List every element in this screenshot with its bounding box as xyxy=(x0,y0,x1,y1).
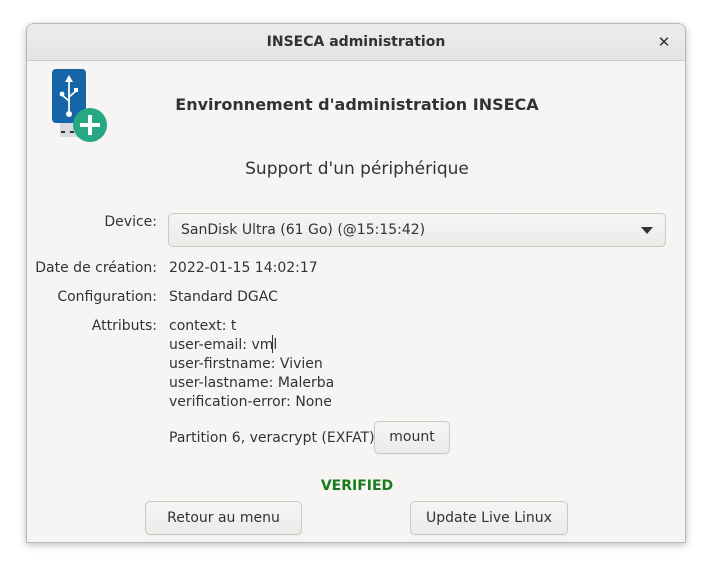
device-select[interactable]: SanDisk Ultra (61 Go) (@15:15:42) xyxy=(168,213,666,247)
attribute-line: user-lastname: Malerba xyxy=(169,375,335,391)
creation-date-value: 2022-01-15 14:02:17 xyxy=(169,260,318,276)
titlebar: INSECA administration ✕ xyxy=(27,24,685,61)
close-icon[interactable]: ✕ xyxy=(655,33,673,51)
update-live-linux-button[interactable]: Update Live Linux xyxy=(410,501,568,535)
window-title: INSECA administration xyxy=(266,34,446,50)
chevron-down-icon xyxy=(641,227,653,234)
page-title: Environnement d'administration INSECA xyxy=(175,95,539,114)
mount-button[interactable]: mount xyxy=(374,421,450,454)
attributes-label: Attributs: xyxy=(91,318,157,334)
usb-drive-add-icon xyxy=(52,69,107,142)
partition-info: Partition 6, veracrypt (EXFAT) xyxy=(169,430,375,446)
verification-status: VERIFIED xyxy=(320,478,394,494)
attribute-line: user-email: vml xyxy=(169,337,278,353)
attribute-line: user-firstname: Vivien xyxy=(169,356,323,372)
device-select-value: SanDisk Ultra (61 Go) (@15:15:42) xyxy=(181,222,426,238)
back-to-menu-button[interactable]: Retour au menu xyxy=(145,501,302,535)
device-label: Device: xyxy=(104,214,157,230)
attribute-line: context: t xyxy=(169,318,237,334)
configuration-label: Configuration: xyxy=(57,289,157,305)
page-subtitle: Support d'un périphérique xyxy=(245,159,469,179)
attribute-line: verification-error: None xyxy=(169,394,332,410)
admin-window: INSECA administration ✕ Environnement d'… xyxy=(26,23,686,543)
configuration-value: Standard DGAC xyxy=(169,289,278,305)
creation-date-label: Date de création: xyxy=(35,260,157,276)
text-cursor xyxy=(272,335,273,353)
